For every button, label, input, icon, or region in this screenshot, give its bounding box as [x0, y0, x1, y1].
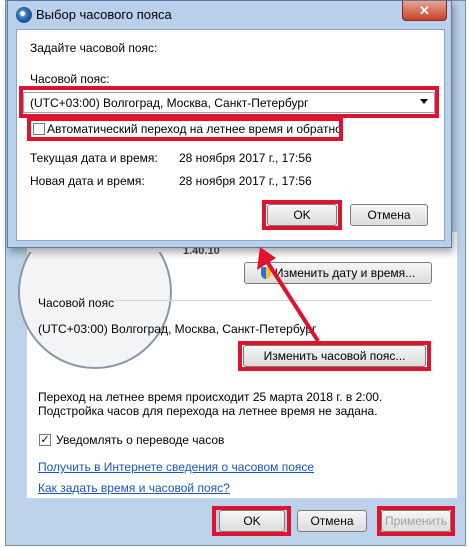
- timezone-select-label: Часовой пояс:: [30, 72, 110, 86]
- current-datetime-value: 28 ноября 2017 г., 17:56: [179, 151, 312, 165]
- modal-ok-button[interactable]: OK: [267, 204, 337, 226]
- close-button[interactable]: ✕: [402, 1, 447, 21]
- modal-title: Выбор часового пояса: [36, 7, 172, 22]
- globe-icon: [16, 7, 32, 23]
- timezone-select[interactable]: (UTC+03:00) Волгоград, Москва, Санкт-Пет…: [23, 92, 435, 113]
- parent-ok-label: OK: [243, 514, 261, 528]
- modal-ok-label: OK: [293, 208, 311, 222]
- modal-prompt: Задайте часовой пояс:: [30, 41, 158, 55]
- current-datetime-label: Текущая дата и время:: [30, 151, 158, 165]
- notify-label: Уведомлять о переводе часов: [56, 433, 225, 447]
- shield-icon: [260, 267, 271, 279]
- close-icon: ✕: [419, 2, 430, 18]
- parent-cancel-label: Отмена: [310, 514, 354, 528]
- modal-cancel-button[interactable]: Отмена: [350, 204, 428, 226]
- change-timezone-label: Изменить часовой пояс...: [263, 349, 406, 363]
- online-timezone-link[interactable]: Получить в Интернете сведения о часовом …: [38, 460, 314, 474]
- timezone-select-value: (UTC+03:00) Волгоград, Москва, Санкт-Пет…: [30, 95, 309, 110]
- dst-info-line1: Переход на летнее время происходит 25 ма…: [38, 390, 383, 404]
- modal-cancel-label: Отмена: [367, 208, 411, 222]
- dst-info-line2: Подстройка часов для перехода на летнее …: [38, 404, 378, 418]
- change-timezone-button[interactable]: Изменить часовой пояс...: [243, 345, 426, 367]
- dst-label: Автоматический переход на летнее время и…: [47, 122, 342, 136]
- timezone-heading: Часовой пояс: [38, 296, 115, 310]
- parent-ok-button[interactable]: OK: [219, 510, 285, 532]
- timezone-separator: [115, 300, 432, 301]
- apply-label: Применить: [384, 514, 447, 528]
- change-datetime-label: Изменить дату и время...: [274, 266, 416, 280]
- change-datetime-button[interactable]: Изменить дату и время...: [244, 262, 432, 284]
- apply-button[interactable]: Применить: [381, 510, 451, 532]
- current-timezone-text: (UTC+03:00) Волгоград, Москва, Санкт-Пет…: [38, 322, 317, 336]
- new-datetime-label: Новая дата и время:: [30, 174, 145, 188]
- chevron-down-icon: [420, 99, 428, 104]
- parent-cancel-button[interactable]: Отмена: [297, 510, 367, 532]
- new-datetime-value: 28 ноября 2017 г., 17:56: [179, 174, 312, 188]
- notify-checkbox[interactable]: ✓: [39, 434, 51, 446]
- dst-checkbox[interactable]: [33, 123, 45, 135]
- howto-timezone-link[interactable]: Как задать время и часовой пояс?: [38, 481, 230, 495]
